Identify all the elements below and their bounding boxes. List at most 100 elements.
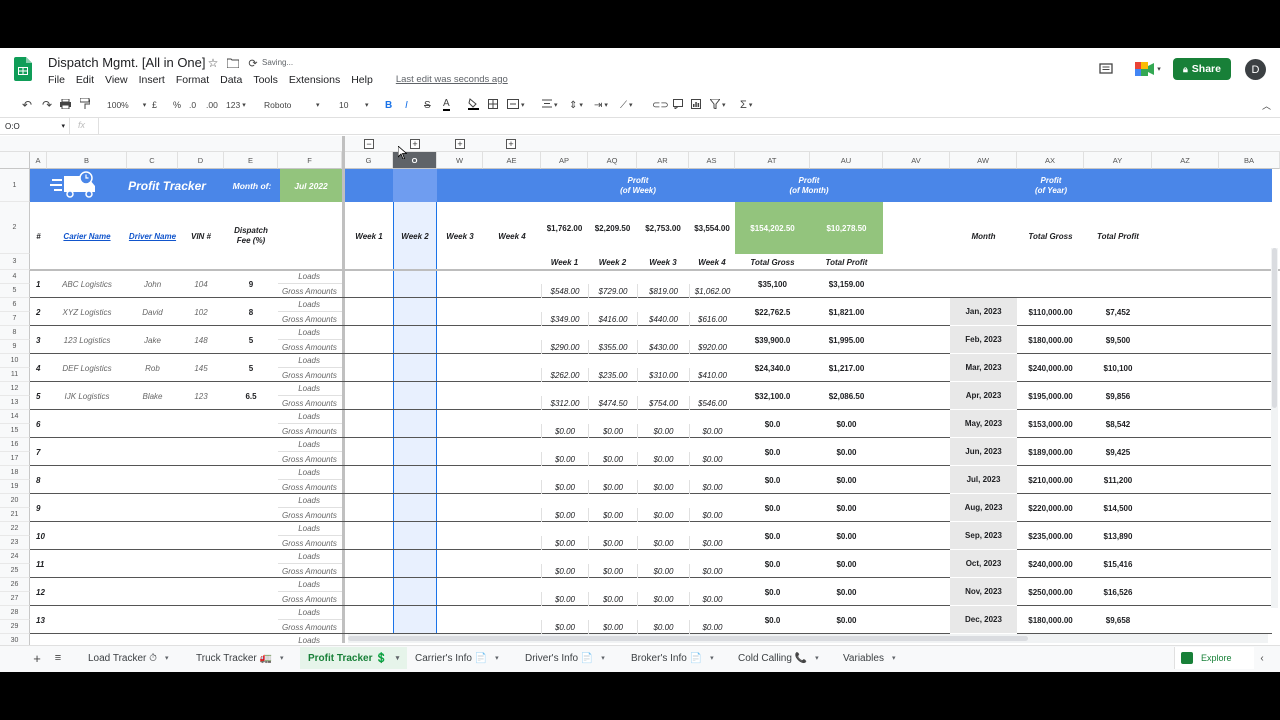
bold-button[interactable]: B bbox=[385, 100, 392, 111]
row-header[interactable]: 25 bbox=[0, 564, 30, 578]
currency-format-button[interactable]: £ bbox=[152, 100, 157, 110]
week-profit-cell[interactable]: $0.00 bbox=[689, 508, 735, 522]
driver-name[interactable] bbox=[127, 494, 178, 522]
column-header[interactable]: AS bbox=[689, 152, 735, 169]
sheet-tab[interactable]: Profit Tracker 💲 ▾ bbox=[300, 647, 408, 669]
record-number[interactable]: 7 bbox=[30, 438, 47, 466]
sheet-tab[interactable]: Cold Calling 📞 ▾ bbox=[730, 647, 827, 669]
star-icon[interactable]: ☆ bbox=[206, 56, 220, 70]
column-header[interactable]: A bbox=[30, 152, 47, 169]
dispatch-fee[interactable] bbox=[224, 606, 278, 634]
week-profit-cell[interactable]: $0.00 bbox=[689, 452, 735, 466]
row-header[interactable]: 17 bbox=[0, 452, 30, 466]
column-header[interactable]: AX bbox=[1017, 152, 1084, 169]
week-profit-cell[interactable]: $0.00 bbox=[637, 592, 689, 606]
week-profit-cell[interactable]: $0.00 bbox=[637, 564, 689, 578]
week-profit-cell[interactable]: $0.00 bbox=[588, 424, 637, 438]
year-month-cell[interactable]: Apr, 2023 bbox=[950, 382, 1017, 410]
vin[interactable]: 148 bbox=[178, 326, 224, 354]
explore-button[interactable]: Explore bbox=[1174, 647, 1254, 669]
week-profit-cell[interactable]: $0.00 bbox=[689, 424, 735, 438]
dispatch-fee[interactable]: 6.5 bbox=[224, 382, 278, 410]
align-vertical-icon[interactable]: ⇕ bbox=[569, 100, 577, 111]
merge-cells-icon[interactable] bbox=[507, 98, 519, 112]
row-header[interactable]: 8 bbox=[0, 326, 30, 340]
week-profit-cell[interactable]: $416.00 bbox=[588, 312, 637, 326]
sheet-grid[interactable]: Profit Tracker Month of: Jul 2022 Profit (o… bbox=[30, 169, 1280, 643]
redo-icon[interactable]: ↷ bbox=[42, 98, 52, 112]
vin[interactable] bbox=[178, 634, 224, 643]
record-total-gross[interactable]: $22,762.5 bbox=[735, 298, 810, 326]
record-number[interactable]: 2 bbox=[30, 298, 47, 326]
week-profit-cell[interactable]: $349.00 bbox=[541, 312, 588, 326]
menu-help[interactable]: Help bbox=[351, 74, 373, 86]
week-profit-cell[interactable]: $0.00 bbox=[541, 536, 588, 550]
year-month-cell[interactable]: Feb, 2023 bbox=[950, 326, 1017, 354]
avatar[interactable]: D bbox=[1245, 59, 1266, 80]
menu-data[interactable]: Data bbox=[220, 74, 242, 86]
sheet-tab[interactable]: Truck Tracker 🚛 ▾ bbox=[188, 647, 292, 669]
row-header[interactable]: 20 bbox=[0, 494, 30, 508]
functions-icon[interactable]: Σ bbox=[740, 99, 747, 111]
driver-name[interactable]: John bbox=[127, 270, 178, 298]
year-profit-cell[interactable]: $11,200 bbox=[1084, 466, 1152, 494]
week-profit-cell[interactable]: $0.00 bbox=[637, 536, 689, 550]
dispatch-fee[interactable] bbox=[224, 578, 278, 606]
side-panel-chevron-icon[interactable]: ‹ bbox=[1256, 652, 1268, 664]
record-number[interactable]: 8 bbox=[30, 466, 47, 494]
year-profit-cell[interactable]: $15,416 bbox=[1084, 550, 1152, 578]
month-of-value[interactable]: Jul 2022 bbox=[280, 169, 342, 202]
undo-icon[interactable]: ↶ bbox=[22, 98, 32, 112]
row-header[interactable]: 18 bbox=[0, 466, 30, 480]
week-profit-cell[interactable]: $312.00 bbox=[541, 396, 588, 410]
driver-name[interactable]: David bbox=[127, 298, 178, 326]
row-header[interactable]: 6 bbox=[0, 298, 30, 312]
year-profit-cell[interactable]: $9,856 bbox=[1084, 382, 1152, 410]
column-header[interactable]: F bbox=[278, 152, 342, 169]
column-header[interactable]: AP bbox=[541, 152, 588, 169]
column-header[interactable]: D bbox=[178, 152, 224, 169]
record-number[interactable]: 11 bbox=[30, 550, 47, 578]
driver-name[interactable] bbox=[127, 606, 178, 634]
record-number[interactable]: 6 bbox=[30, 410, 47, 438]
week-profit-cell[interactable]: $440.00 bbox=[637, 312, 689, 326]
font-select[interactable]: Roboto ▾ bbox=[264, 96, 320, 114]
group-toggle-button[interactable]: + bbox=[410, 139, 420, 149]
column-header[interactable]: W bbox=[437, 152, 483, 169]
record-total-profit[interactable]: $0.00 bbox=[810, 494, 883, 522]
column-header[interactable]: AQ bbox=[588, 152, 637, 169]
header-driver-name[interactable]: Driver Name bbox=[127, 202, 178, 270]
row-header[interactable]: 27 bbox=[0, 592, 30, 606]
row-header[interactable]: 4 bbox=[0, 270, 30, 284]
more-formats-button[interactable]: 123 ▾ bbox=[226, 96, 246, 114]
menu-edit[interactable]: Edit bbox=[76, 74, 94, 86]
year-profit-cell[interactable]: $9,500 bbox=[1084, 326, 1152, 354]
driver-name[interactable]: Rob bbox=[127, 354, 178, 382]
year-month-cell[interactable]: Jul, 2023 bbox=[950, 466, 1017, 494]
driver-name[interactable] bbox=[127, 578, 178, 606]
carrier-name[interactable] bbox=[47, 410, 127, 438]
vin[interactable] bbox=[178, 438, 224, 466]
carrier-name[interactable] bbox=[47, 438, 127, 466]
group-toggle-button[interactable]: + bbox=[506, 139, 516, 149]
dispatch-fee[interactable] bbox=[224, 494, 278, 522]
row-header[interactable]: 14 bbox=[0, 410, 30, 424]
year-profit-cell[interactable]: $14,500 bbox=[1084, 494, 1152, 522]
record-total-profit[interactable]: $0.00 bbox=[810, 438, 883, 466]
carrier-name[interactable] bbox=[47, 606, 127, 634]
column-header[interactable]: AZ bbox=[1152, 152, 1219, 169]
week-profit-cell[interactable]: $546.00 bbox=[689, 396, 735, 410]
record-total-profit[interactable]: $1,821.00 bbox=[810, 298, 883, 326]
year-gross-cell[interactable]: $189,000.00 bbox=[1017, 438, 1084, 466]
row-header[interactable]: 21 bbox=[0, 508, 30, 522]
year-gross-cell[interactable]: $110,000.00 bbox=[1017, 298, 1084, 326]
carrier-name[interactable]: ABC Logistics bbox=[47, 270, 127, 298]
carrier-name[interactable] bbox=[47, 550, 127, 578]
week-profit-cell[interactable]: $0.00 bbox=[588, 564, 637, 578]
column-header[interactable]: AE bbox=[483, 152, 541, 169]
row-header[interactable]: 9 bbox=[0, 340, 30, 354]
record-number[interactable]: 10 bbox=[30, 522, 47, 550]
week-profit-cell[interactable]: $548.00 bbox=[541, 284, 588, 298]
year-profit-cell[interactable]: $13,890 bbox=[1084, 522, 1152, 550]
record-total-profit[interactable]: $0.00 bbox=[810, 550, 883, 578]
